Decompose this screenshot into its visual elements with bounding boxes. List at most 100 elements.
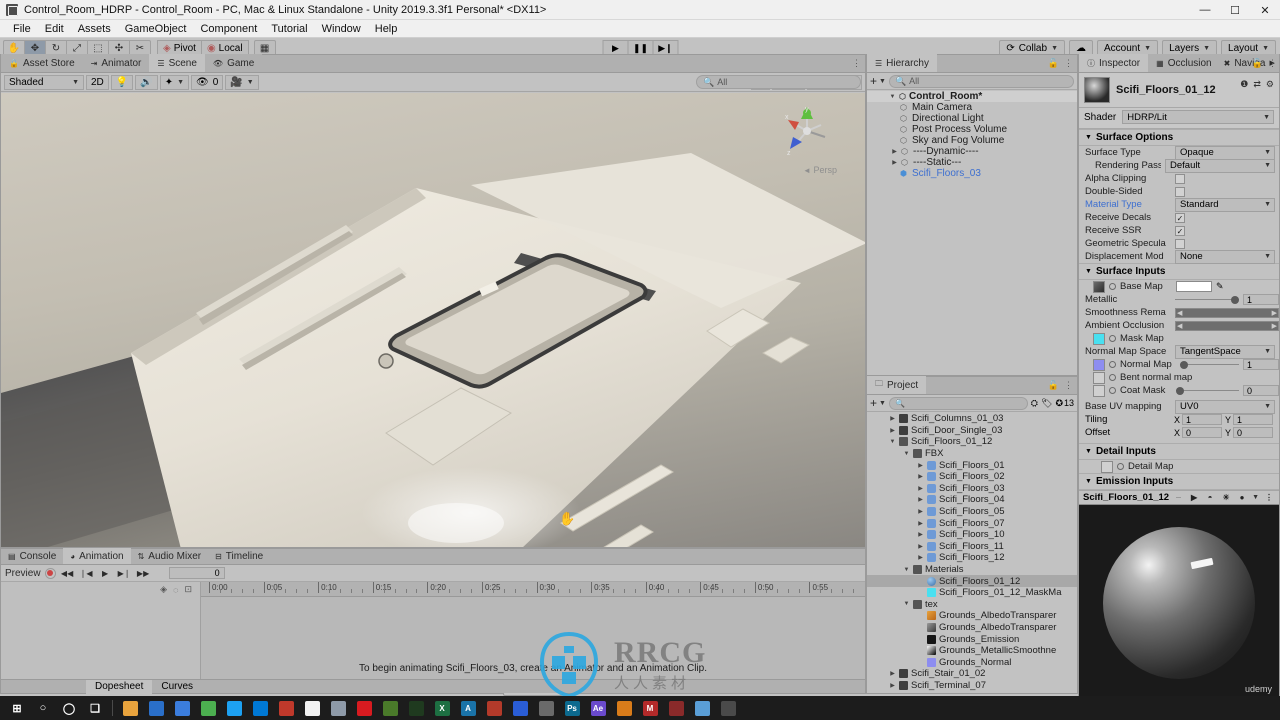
chevron-down-icon[interactable]: ▼: [903, 601, 910, 607]
filter-by-label-icon[interactable]: 🏷: [1041, 398, 1052, 409]
chevron-down-icon[interactable]: ▼: [1252, 494, 1259, 501]
shader-dropdown[interactable]: HDRP/Lit ▼: [1122, 110, 1274, 124]
tab-game[interactable]: 👁 Game: [204, 54, 263, 72]
media-icon[interactable]: [715, 696, 741, 720]
chevron-right-icon[interactable]: ▶: [891, 159, 898, 166]
excel-icon[interactable]: X: [429, 696, 455, 720]
tab-timeline[interactable]: ⊟ Timeline: [208, 548, 270, 564]
hierarchy-row-dynamic[interactable]: ▶ ⬡ ----Dynamic----: [867, 146, 1077, 157]
normal-space-dropdown[interactable]: TangentSpace ▼: [1175, 344, 1275, 359]
mask-map-radio-icon[interactable]: [1109, 335, 1116, 342]
base-map-texture-slot[interactable]: [1093, 280, 1105, 293]
tab-hierarchy[interactable]: ☰ Hierarchy: [867, 54, 937, 72]
menu-edit[interactable]: Edit: [38, 20, 71, 38]
tab-animation[interactable]: ◕ Animation: [63, 548, 131, 564]
aftereffects-icon[interactable]: Ae: [585, 696, 611, 720]
eyedropper-icon[interactable]: ✎: [1216, 281, 1224, 292]
preview-play-button[interactable]: ▶: [1188, 492, 1200, 504]
project-row[interactable]: ▶ Scifi_Floors_11: [867, 541, 1077, 553]
base-color-swatch[interactable]: [1176, 281, 1212, 292]
project-search-input[interactable]: 🔍: [888, 396, 1028, 410]
menu-help[interactable]: Help: [368, 20, 405, 38]
maximize-button[interactable]: ☐: [1220, 0, 1250, 20]
rstudio-icon[interactable]: [273, 696, 299, 720]
smoothness-minmax-slider[interactable]: ◀ ▶: [1175, 307, 1279, 318]
project-row[interactable]: ▶ Scifi_Floors_12: [867, 552, 1077, 564]
first-frame-button[interactable]: ◀◀: [60, 567, 75, 580]
tab-scene[interactable]: ☰ Scene: [149, 54, 205, 72]
tab-inspector[interactable]: ⓘ Inspector: [1079, 54, 1149, 72]
normal-map-value[interactable]: 1: [1243, 359, 1279, 370]
tab-audio-mixer[interactable]: ⇅ Audio Mixer: [131, 548, 209, 564]
globe-icon[interactable]: [533, 696, 559, 720]
preset-icon[interactable]: ⇄: [1253, 79, 1261, 90]
offset-y-field[interactable]: Y 0: [1225, 427, 1274, 438]
project-row[interactable]: ▶ Scifi_Floors_02: [867, 471, 1077, 483]
lock-icon[interactable]: 🔓: [1048, 58, 1059, 69]
project-tree[interactable]: ▶ Scifi_Columns_01_03 ▶ Scifi_Door_Single_0…: [867, 413, 1077, 693]
tab-console[interactable]: ▤ Console: [1, 548, 63, 564]
menu-component[interactable]: Component: [193, 20, 264, 38]
next-frame-button[interactable]: ▶❘: [117, 567, 132, 580]
hierarchy-tree[interactable]: ▼ ⬡ Control_Room* ⬡ Main Camera ⬡ Direct…: [867, 91, 1077, 375]
menu-window[interactable]: Window: [315, 20, 368, 38]
project-row[interactable]: ▶ Scifi_Floors_04: [867, 494, 1077, 506]
chevron-right-icon[interactable]: ▶: [917, 520, 924, 527]
project-row[interactable]: ▶ Scifi_Columns_01_03: [867, 413, 1077, 425]
scene-viewport[interactable]: ✋ y x z ◄ Persp: [1, 93, 865, 547]
preview-shape-button[interactable]: ●: [1236, 492, 1248, 504]
field-checkbox[interactable]: [1175, 173, 1185, 184]
section-emission-inputs[interactable]: ▼ Emission Inputs: [1079, 473, 1279, 490]
detail-map-radio-icon[interactable]: [1117, 463, 1124, 470]
scene-projection-label[interactable]: ◄ Persp: [803, 165, 837, 175]
chevron-down-icon[interactable]: ▼: [903, 567, 910, 573]
more-icon[interactable]: ⋮: [1064, 58, 1073, 69]
project-row[interactable]: Scifi_Floors_01_12_MaskMa: [867, 587, 1077, 599]
chevron-right-icon[interactable]: ▶: [889, 670, 896, 677]
tab-curves[interactable]: Curves: [152, 680, 202, 694]
gear-icon[interactable]: ⚙: [1266, 79, 1274, 90]
lock-icon[interactable]: 🔓: [1048, 380, 1059, 391]
project-row[interactable]: Scifi_Floors_01_12: [867, 575, 1077, 587]
mask-map-texture-slot[interactable]: [1093, 332, 1105, 345]
tab-dopesheet[interactable]: Dopesheet: [86, 679, 153, 694]
last-frame-button[interactable]: ▶▶: [136, 567, 151, 580]
animation-property-list[interactable]: ◈ ◌ ⊡: [1, 582, 201, 693]
file-explorer-icon[interactable]: [117, 696, 143, 720]
metallic-value[interactable]: 1: [1243, 294, 1279, 305]
preview-light-button[interactable]: ☀: [1220, 492, 1232, 504]
chevron-right-icon[interactable]: ▶: [917, 508, 924, 515]
coat-mask-radio-icon[interactable]: [1109, 387, 1116, 394]
lock-icon[interactable]: 🔓: [1252, 58, 1263, 69]
material-preview[interactable]: [1079, 505, 1279, 700]
play-animation-button[interactable]: ▶: [98, 567, 113, 580]
add-event-icon[interactable]: ◌: [173, 585, 178, 595]
normal-map-texture-slot[interactable]: [1093, 358, 1105, 371]
project-row[interactable]: ▶ Scifi_Floors_10: [867, 529, 1077, 541]
winrar-icon[interactable]: [325, 696, 351, 720]
browser-icon[interactable]: [169, 696, 195, 720]
lighting-toggle-button[interactable]: 💡: [110, 74, 134, 90]
project-row[interactable]: ▼ Materials: [867, 564, 1077, 576]
hierarchy-row-main-camera[interactable]: ⬡ Main Camera: [867, 102, 1077, 113]
record-button[interactable]: [44, 567, 56, 579]
project-row[interactable]: ▼ Scifi_Floors_01_12: [867, 436, 1077, 448]
tab-animator[interactable]: ⇥ Animator: [82, 54, 150, 72]
menu-file[interactable]: File: [6, 20, 38, 38]
section-surface-options[interactable]: ▼ Surface Options: [1079, 129, 1279, 146]
add-property-icon[interactable]: ⊡: [184, 584, 192, 595]
notepad-icon[interactable]: [299, 696, 325, 720]
chevron-down-icon[interactable]: ▼: [889, 94, 896, 100]
unity-icon[interactable]: [611, 696, 637, 720]
animation-dopesheet-canvas[interactable]: To begin animating Scifi_Floors_03, crea…: [201, 597, 865, 696]
chevron-right-icon[interactable]: ▶: [917, 462, 924, 469]
photoshop-icon[interactable]: Ps: [559, 696, 585, 720]
preview-sphere-button[interactable]: ◓: [1204, 492, 1216, 504]
prev-frame-button[interactable]: ❘◀: [79, 567, 94, 580]
close-button[interactable]: ✕: [1250, 0, 1280, 20]
twod-toggle-button[interactable]: 2D: [86, 74, 109, 90]
hidden-objects-button[interactable]: 👁 0: [191, 74, 224, 90]
menu-gameobject[interactable]: GameObject: [118, 20, 194, 38]
project-row[interactable]: ▼ FBX: [867, 448, 1077, 460]
project-row[interactable]: ▶Scifi_Terminal_08: [867, 691, 1077, 693]
